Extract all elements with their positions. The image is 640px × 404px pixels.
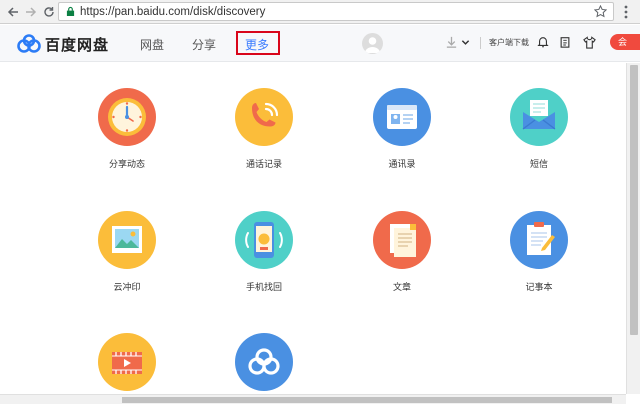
vertical-scrollbar[interactable] (626, 63, 640, 394)
forward-button[interactable] (22, 3, 40, 21)
tile-label: 短信 (529, 159, 548, 169)
tile-video[interactable] (67, 333, 187, 393)
tile-photo-print[interactable]: 云冲印 (67, 211, 187, 293)
baidu-netdisk-logo[interactable]: 百度网盘 (16, 33, 109, 55)
tshirt-icon[interactable] (582, 35, 596, 49)
forward-arrow-icon (26, 7, 37, 17)
client-download-link[interactable]: 客户端下载 (489, 37, 529, 48)
horizontal-scrollbar-thumb[interactable] (122, 397, 612, 403)
tile-contacts[interactable]: 通讯录 (342, 88, 462, 170)
logo-text: 百度网盘 (45, 35, 110, 54)
nav-more-highlight-box (236, 31, 280, 55)
header-divider (480, 37, 481, 49)
tile-share-feed[interactable]: 分享动态 (67, 88, 187, 170)
back-button[interactable] (4, 3, 22, 21)
address-bar[interactable]: https://pan.baidu.com/disk/discovery (58, 2, 614, 21)
tile-phone-finder[interactable]: 手机找回 (204, 211, 324, 293)
phone-icon (235, 88, 293, 146)
browser-toolbar: https://pan.baidu.com/disk/discovery (0, 0, 640, 24)
user-avatar[interactable] (362, 33, 383, 54)
horizontal-scrollbar[interactable] (0, 394, 626, 404)
envelope-icon (510, 88, 568, 146)
browser-menu-icon[interactable] (619, 3, 633, 21)
bookmark-star-icon[interactable] (593, 4, 608, 18)
back-arrow-icon (7, 7, 18, 17)
lock-icon (63, 5, 77, 19)
video-icon (98, 333, 156, 391)
vip-member-button[interactable]: 会 (610, 34, 640, 50)
tile-label: 记事本 (525, 282, 553, 292)
tile-label: 云冲印 (113, 282, 141, 292)
phone-locate-icon (235, 211, 293, 269)
tile-notepad[interactable]: 记事本 (479, 211, 599, 293)
tile-label: 分享动态 (108, 159, 145, 169)
discovery-grid: 分享动态 通话记录 通讯录 短信 云冲印 手机找回 文章 记事本 (0, 63, 626, 393)
contact-card-icon (373, 88, 431, 146)
bell-icon[interactable] (536, 35, 550, 49)
tile-baidu-cloud[interactable] (204, 333, 324, 393)
vertical-scrollbar-thumb[interactable] (630, 65, 638, 335)
tile-label: 文章 (392, 282, 411, 292)
baidu-cloud-logo-icon (17, 34, 41, 53)
baidu-cloud-icon (235, 333, 293, 391)
tile-call-log[interactable]: 通话记录 (204, 88, 324, 170)
tile-label: 通话记录 (245, 159, 282, 169)
nav-share[interactable]: 分享 (192, 36, 216, 53)
reload-icon (44, 7, 54, 17)
article-icon (373, 211, 431, 269)
download-icon[interactable] (444, 35, 458, 49)
notepad-icon (510, 211, 568, 269)
nav-netdisk[interactable]: 网盘 (140, 36, 164, 53)
tile-articles[interactable]: 文章 (342, 211, 462, 293)
clock-icon (98, 88, 156, 146)
reload-button[interactable] (40, 3, 58, 21)
clipboard-icon[interactable] (558, 35, 572, 49)
photo-icon (98, 211, 156, 269)
tile-sms[interactable]: 短信 (479, 88, 599, 170)
chevron-down-icon[interactable] (458, 35, 472, 49)
tile-label: 通讯录 (388, 159, 416, 169)
tile-label: 手机找回 (245, 282, 282, 292)
url-text: https://pan.baidu.com/disk/discovery (80, 5, 266, 18)
